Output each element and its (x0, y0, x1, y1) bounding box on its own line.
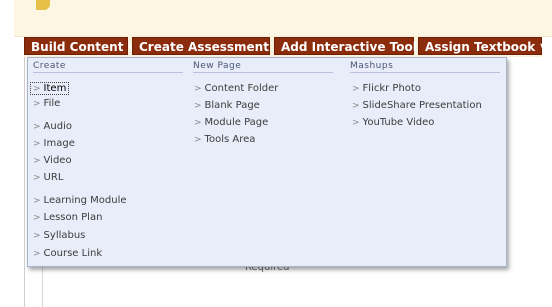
assign-textbook-button[interactable]: Assign Textbook ⋁ (418, 37, 549, 55)
header-tab-marker (36, 0, 50, 10)
menu-item-url[interactable]: > URL (33, 172, 63, 183)
arrow-icon: > (33, 213, 41, 223)
menu-item-video[interactable]: > Video (33, 155, 72, 166)
column-header-create: Create (33, 60, 183, 73)
add-interactive-tool-label: Add Interactive Tool (281, 40, 417, 54)
menu-item-label: Image (43, 138, 75, 149)
arrow-icon: > (33, 156, 41, 166)
add-interactive-tool-button[interactable]: Add Interactive Tool⋁ (274, 37, 430, 55)
menu-item-flickr-photo[interactable]: > Flickr Photo (352, 83, 421, 94)
menu-item-label: Blank Page (204, 100, 260, 111)
arrow-icon: > (352, 101, 360, 111)
menu-item-label: URL (43, 172, 64, 183)
menu-item-learning-module[interactable]: > Learning Module (33, 195, 127, 206)
menu-item-label: Flickr Photo (362, 83, 421, 94)
menu-column-create: Create (33, 60, 183, 77)
arrow-icon: > (33, 84, 41, 94)
menu-item-slideshare-presentation[interactable]: > SlideShare Presentation (352, 100, 482, 111)
menu-item-label: Audio (43, 121, 72, 132)
assign-textbook-label: Assign Textbook (425, 40, 536, 54)
arrow-icon: > (194, 84, 202, 94)
menu-item-youtube-video[interactable]: > YouTube Video (352, 117, 434, 128)
menu-item-course-link[interactable]: > Course Link (33, 248, 102, 259)
menu-item-label: Learning Module (43, 195, 127, 206)
column-header-mashups: Mashups (350, 60, 500, 73)
arrow-icon: > (194, 101, 202, 111)
menu-column-mashups: Mashups (350, 60, 500, 77)
arrow-icon: > (33, 231, 41, 241)
menu-item-lesson-plan[interactable]: > Lesson Plan (33, 212, 102, 223)
menu-item-label: Lesson Plan (43, 212, 103, 223)
arrow-icon: > (352, 84, 360, 94)
menu-item-content-folder[interactable]: > Content Folder (194, 83, 278, 94)
arrow-icon: > (33, 249, 41, 259)
column-header-new-page: New Page (193, 60, 333, 73)
menu-item-label: Course Link (43, 248, 103, 259)
content-toolbar: Build Content⋁ Create Assessment⋁ Add In… (24, 35, 549, 57)
menu-item-label: YouTube Video (362, 117, 435, 128)
create-assessment-label: Create Assessment (139, 40, 269, 54)
arrow-icon: > (352, 118, 360, 128)
menu-item-syllabus[interactable]: > Syllabus (33, 230, 85, 241)
build-content-button[interactable]: Build Content⋁ (24, 37, 137, 55)
arrow-icon: > (194, 135, 202, 145)
chevron-down-icon: ⋁ (540, 43, 549, 54)
menu-item-item[interactable]: > Item (30, 82, 70, 95)
arrow-icon: > (33, 99, 41, 109)
arrow-icon: > (194, 118, 202, 128)
menu-item-label: Video (43, 155, 72, 166)
menu-item-label: Tools Area (204, 134, 256, 145)
menu-item-image[interactable]: > Image (33, 138, 75, 149)
arrow-icon: > (33, 122, 41, 132)
build-content-menu: Create > Item > File > Audio > Image > Video … (27, 57, 507, 267)
build-content-label: Build Content (31, 40, 124, 54)
menu-column-new-page: New Page (193, 60, 333, 77)
page-header-band (14, 0, 552, 37)
arrow-icon: > (33, 196, 41, 206)
menu-item-label: SlideShare Presentation (362, 100, 482, 111)
menu-item-label: Module Page (204, 117, 269, 128)
menu-item-label: Content Folder (204, 83, 279, 94)
menu-item-module-page[interactable]: > Module Page (194, 117, 268, 128)
menu-item-tools-area[interactable]: > Tools Area (194, 134, 255, 145)
create-assessment-button[interactable]: Create Assessment⋁ (132, 37, 282, 55)
arrow-icon: > (33, 173, 41, 183)
menu-item-blank-page[interactable]: > Blank Page (194, 100, 260, 111)
menu-item-audio[interactable]: > Audio (33, 121, 72, 132)
arrow-icon: > (33, 139, 41, 149)
menu-item-label: Item (43, 83, 67, 94)
menu-item-label: File (43, 98, 61, 109)
menu-item-file[interactable]: > File (33, 98, 60, 109)
menu-item-label: Syllabus (43, 230, 86, 241)
